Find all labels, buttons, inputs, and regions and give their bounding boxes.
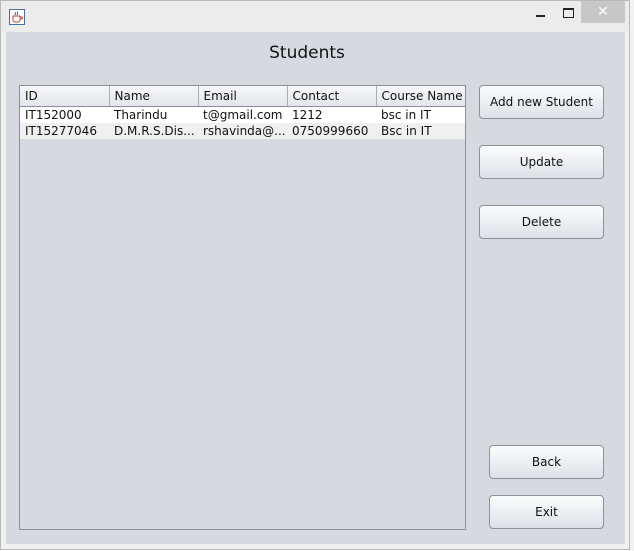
- cell-email[interactable]: t@gmail.com: [198, 106, 287, 123]
- maximize-icon: [562, 8, 574, 18]
- close-icon: ✕: [597, 4, 609, 20]
- cell-id[interactable]: IT15277046: [20, 123, 109, 139]
- column-header-course-name[interactable]: Course Name: [376, 86, 465, 107]
- cell-contact[interactable]: 0750999660: [287, 123, 376, 139]
- minimize-icon: [535, 15, 545, 17]
- exit-button[interactable]: Exit: [489, 495, 604, 529]
- students-window: ✕ Students ID Name Email Contact Course …: [0, 0, 630, 550]
- add-new-student-button[interactable]: Add new Student: [479, 85, 604, 119]
- table-row[interactable]: IT152000 Tharindu t@gmail.com 1212 bsc i…: [20, 106, 465, 123]
- cell-name[interactable]: D.M.R.S.Dis...: [109, 123, 198, 139]
- java-cup-icon: [9, 9, 25, 25]
- page-title: Students: [269, 43, 345, 63]
- delete-button[interactable]: Delete: [479, 205, 604, 239]
- back-button[interactable]: Back: [489, 445, 604, 479]
- cell-name[interactable]: Tharindu: [109, 106, 198, 123]
- students-table-scrollpane[interactable]: ID Name Email Contact Course Name IT1520…: [19, 85, 466, 530]
- column-header-name[interactable]: Name: [109, 86, 199, 107]
- cell-course-name[interactable]: bsc in IT: [376, 106, 465, 123]
- column-header-id[interactable]: ID: [20, 86, 110, 107]
- column-header-email[interactable]: Email: [198, 86, 288, 107]
- table-header-row: ID Name Email Contact Course Name: [20, 86, 465, 107]
- column-header-contact[interactable]: Contact: [287, 86, 377, 107]
- students-table[interactable]: ID Name Email Contact Course Name IT1520…: [20, 86, 465, 139]
- content-panel: Students ID Name Email Contact Course Na…: [6, 32, 625, 544]
- minimize-button[interactable]: [525, 1, 555, 25]
- cell-course-name[interactable]: Bsc in IT: [376, 123, 465, 139]
- cell-email[interactable]: rshavinda@...: [198, 123, 287, 139]
- cell-contact[interactable]: 1212: [287, 106, 376, 123]
- maximize-button[interactable]: [554, 1, 582, 25]
- cell-id[interactable]: IT152000: [20, 106, 109, 123]
- update-button[interactable]: Update: [479, 145, 604, 179]
- table-row[interactable]: IT15277046 D.M.R.S.Dis... rshavinda@... …: [20, 123, 465, 139]
- close-button[interactable]: ✕: [581, 1, 625, 23]
- title-bar[interactable]: ✕: [1, 1, 629, 32]
